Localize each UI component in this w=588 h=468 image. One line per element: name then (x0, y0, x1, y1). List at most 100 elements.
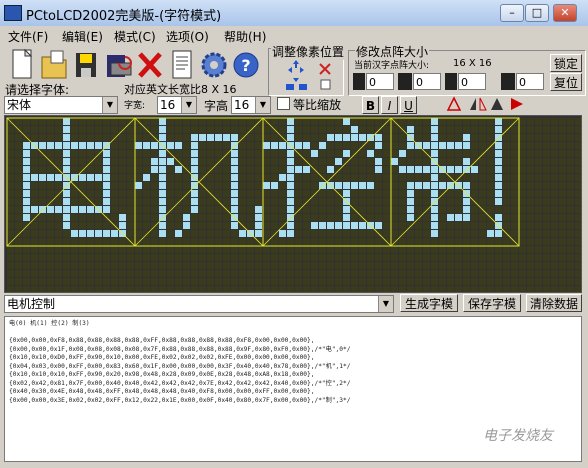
window-title: PCtoLCD2002完美版-(字符模式) (26, 9, 222, 24)
grid-cell (39, 134, 46, 141)
maximize-button[interactable]: □ (525, 4, 549, 22)
minimize-button[interactable]: – (500, 4, 524, 22)
grid-cell (103, 238, 110, 245)
underline-button[interactable]: U (400, 96, 417, 114)
grow-height-icon[interactable] (501, 73, 515, 90)
char-height-select[interactable]: 16 ▼ (231, 96, 271, 114)
grid-cell (71, 238, 78, 245)
new-file-button[interactable] (6, 46, 38, 86)
open-file-button[interactable] (38, 46, 70, 86)
height-spin-2[interactable]: 0 (516, 73, 544, 90)
grid-cell (303, 118, 310, 125)
grid-cell (15, 278, 22, 285)
chevron-down-icon[interactable]: ▼ (378, 296, 393, 312)
bold-button[interactable]: B (362, 96, 379, 114)
grid-cell (135, 238, 142, 245)
glyph-pixel (431, 214, 438, 221)
glyph-pixel (159, 134, 166, 141)
grid-cell (303, 214, 310, 221)
grid-cell (231, 278, 238, 285)
grid-cell (271, 158, 278, 165)
grid-cell (415, 262, 422, 269)
grid-cell (327, 238, 334, 245)
reset-button[interactable]: 复位 (550, 73, 582, 91)
grid-cell (119, 254, 126, 261)
grid-cell (367, 198, 374, 205)
grid-cell (191, 262, 198, 269)
grid-cell (415, 230, 422, 237)
grid-cell (567, 206, 574, 213)
grid-cell (183, 190, 190, 197)
grid-cell (175, 286, 182, 293)
help-button[interactable]: ? (230, 46, 262, 86)
grid-cell (543, 118, 550, 125)
text-input[interactable]: 电机控制 ▼ (4, 295, 394, 313)
settings-button[interactable] (198, 46, 230, 86)
grid-cell (575, 278, 582, 285)
glyph-pixel (495, 214, 502, 221)
document-button[interactable] (166, 46, 198, 86)
menu-options[interactable]: 选项(O) (166, 28, 209, 45)
grid-cell (359, 142, 366, 149)
chevron-down-icon[interactable]: ▼ (102, 97, 117, 113)
grid-cell (127, 126, 134, 133)
grid-cell (279, 278, 286, 285)
grid-cell (343, 246, 350, 253)
char-width-select[interactable]: 16 ▼ (157, 96, 197, 114)
print-button[interactable] (102, 46, 134, 86)
grid-cell (303, 270, 310, 277)
save-button[interactable] (70, 46, 102, 86)
menu-edit[interactable]: 编辑(E) (62, 28, 103, 45)
width-spin-1[interactable]: 0 (366, 73, 394, 90)
grid-cell (375, 246, 382, 253)
grid-cell (23, 126, 30, 133)
save-font-button[interactable]: 保存字模 (463, 294, 521, 312)
arrow-pad-icons[interactable] (282, 58, 338, 92)
invert-icon[interactable] (508, 95, 528, 113)
menu-mode[interactable]: 模式(C) (114, 28, 156, 45)
clear-button[interactable]: 清除数据 (526, 294, 582, 312)
grid-cell (575, 198, 582, 205)
grow-width-icon[interactable] (445, 73, 457, 90)
grid-cell (327, 126, 334, 133)
grid-cell (503, 190, 510, 197)
close-button[interactable]: ✕ (553, 4, 577, 22)
font-select[interactable]: 宋体 ▼ (4, 96, 118, 114)
chevron-down-icon[interactable]: ▼ (181, 97, 196, 113)
grid-cell (223, 278, 230, 285)
grid-cell (327, 190, 334, 197)
generate-button[interactable]: 生成字模 (400, 294, 458, 312)
flip-icon[interactable] (488, 95, 508, 113)
grid-cell (247, 206, 254, 213)
shrink-width-icon[interactable] (353, 73, 365, 90)
output-editor[interactable]: 电(0) 机(1) 控(2) 制(3) {0x00,0x00,0xF8,0x88… (4, 316, 582, 462)
grid-cell (175, 278, 182, 285)
grid-cell (407, 150, 414, 157)
lock-button[interactable]: 锁定 (550, 54, 582, 72)
grid-cell (207, 158, 214, 165)
grid-cell (567, 118, 574, 125)
rotate-left-icon[interactable] (445, 95, 465, 113)
grid-cell (151, 118, 158, 125)
grid-cell (423, 270, 430, 277)
menu-file[interactable]: 文件(F) (8, 28, 48, 45)
grid-cell (231, 118, 238, 125)
menu-help[interactable]: 帮助(H) (224, 28, 266, 45)
italic-button[interactable]: I (381, 96, 398, 114)
glyph-canvas[interactable] (4, 115, 582, 293)
grid-cell (135, 206, 142, 213)
delete-button[interactable] (134, 46, 166, 86)
width-spin-2[interactable]: 0 (458, 73, 486, 90)
grid-cell (367, 142, 374, 149)
grid-cell (319, 286, 326, 293)
mirror-icon[interactable] (468, 95, 488, 113)
scale-checkbox[interactable] (277, 97, 290, 110)
app-icon (4, 5, 22, 21)
grid-cell (375, 254, 382, 261)
grid-cell (135, 134, 142, 141)
shrink-height-icon[interactable] (398, 73, 412, 90)
chevron-down-icon[interactable]: ▼ (255, 97, 270, 113)
grid-cell (527, 198, 534, 205)
grid-cell (479, 198, 486, 205)
height-spin-1[interactable]: 0 (413, 73, 441, 90)
